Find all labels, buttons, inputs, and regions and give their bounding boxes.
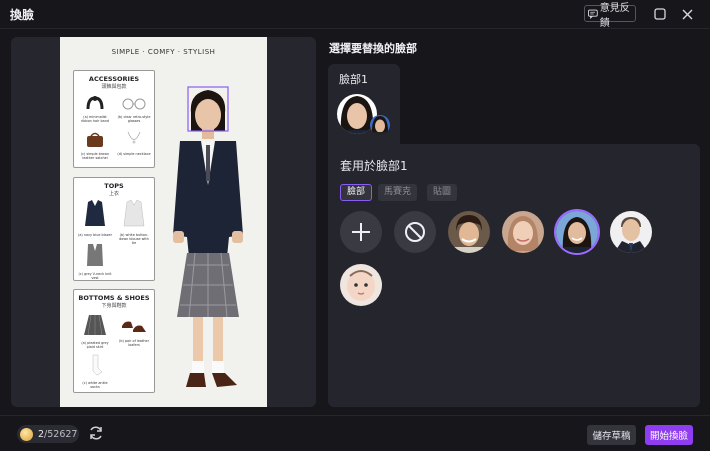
tab-mosaic[interactable]: 馬賽克 xyxy=(378,184,418,201)
item-skirt: (a) pleated grey plaid skirt xyxy=(78,314,112,349)
item-caption: (c) white ankle socks xyxy=(82,381,108,389)
credits-total: /52627 xyxy=(44,428,78,440)
apply-title: 套用於臉部1 xyxy=(340,159,408,173)
item-socks: (c) white ankle socks xyxy=(78,354,112,389)
plus-icon xyxy=(352,223,370,241)
maximize-button[interactable] xyxy=(651,5,669,23)
bottoms-card: BOTTOMS & SHOES 下身與鞋款 (a) pleated grey p… xyxy=(73,289,155,393)
feedback-icon xyxy=(588,9,598,19)
preview-header: SIMPLE · COMFY · STYLISH xyxy=(111,48,216,56)
item-satchel: (c) simple brown leather satchel xyxy=(78,131,112,160)
blouse-image xyxy=(123,199,145,227)
coin-icon xyxy=(20,427,33,441)
item-caption: (a) minimalist ribbon hair band xyxy=(80,115,110,123)
socks-image xyxy=(92,354,103,376)
item-caption: (d) simple necklace xyxy=(117,152,151,156)
item-caption: (a) navy blue blazer xyxy=(78,233,112,237)
credits-text: 2/52627 xyxy=(38,429,77,440)
face-option-woman[interactable] xyxy=(502,211,544,253)
refresh-button[interactable] xyxy=(88,425,104,441)
window-title: 換臉 xyxy=(10,8,35,22)
tab-face[interactable]: 臉部 xyxy=(340,184,373,201)
item-hairband: (a) minimalist ribbon hair band xyxy=(78,95,112,123)
feedback-button[interactable]: 意見反饋 xyxy=(584,3,636,29)
vest-image xyxy=(87,244,103,266)
footer-bar: 2/52627 儲存草稿 開始換臉 xyxy=(0,415,710,451)
card-title: TOPS xyxy=(104,182,124,190)
item-caption: (c) simple brown leather satchel xyxy=(80,152,110,160)
card-subtitle: 下身與鞋款 xyxy=(101,303,127,309)
preview-panel: SIMPLE · COMFY · STYLISH ACCESSORIES 頭飾與… xyxy=(11,37,316,407)
item-blouse: (b) white button-down blouse with tie xyxy=(117,199,151,245)
credits-badge: 2/52627 xyxy=(17,425,79,443)
item-caption: (c) grey V-neck knit vest xyxy=(78,272,112,280)
detected-face-card[interactable]: 臉部1 xyxy=(328,64,400,144)
necklace-image xyxy=(127,131,141,144)
item-glasses: (b) clear retro-style glasses xyxy=(117,95,151,123)
face-option-baby[interactable] xyxy=(340,264,382,306)
select-face-title: 選擇要替換的臉部 xyxy=(329,42,417,55)
item-caption: (b) white button-down blouse with tie xyxy=(119,233,149,245)
skirt-image xyxy=(84,314,106,336)
card-subtitle: 頭飾與包款 xyxy=(101,84,127,90)
item-blazer: (a) navy blue blazer xyxy=(78,200,112,237)
person-figure xyxy=(173,86,243,387)
close-button[interactable] xyxy=(678,5,696,23)
item-necklace: (d) simple necklace xyxy=(117,131,151,156)
item-caption: (b) clear retro-style glasses xyxy=(117,115,151,123)
item-loafers: (b) pair of leather loafers xyxy=(117,316,151,347)
close-icon xyxy=(682,9,692,19)
glasses-image xyxy=(122,98,146,110)
face-option-businessman[interactable] xyxy=(610,211,652,253)
title-bar: 換臉 意見反饋 xyxy=(0,0,710,29)
start-swap-button[interactable]: 開始換臉 xyxy=(645,425,693,445)
face-option-man[interactable] xyxy=(448,211,490,253)
card-subtitle: 上衣 xyxy=(108,191,119,197)
maximize-icon xyxy=(654,8,666,20)
detected-face-thumbnail[interactable] xyxy=(337,92,391,136)
item-caption: (a) pleated grey plaid skirt xyxy=(81,341,109,349)
card-title: ACCESSORIES xyxy=(88,75,140,83)
tab-sticker[interactable]: 貼圖 xyxy=(427,184,458,201)
satchel-image xyxy=(87,132,103,147)
card-title: BOTTOMS & SHOES xyxy=(78,294,150,302)
item-caption: (b) pair of leather loafers xyxy=(119,339,149,347)
hairband-image xyxy=(86,96,104,110)
no-face-button[interactable] xyxy=(394,211,436,253)
add-face-button[interactable] xyxy=(340,211,382,253)
face-label: 臉部1 xyxy=(339,73,368,86)
accessories-card: ACCESSORIES 頭飾與包款 (a) minimalist ribbon … xyxy=(73,70,155,168)
feedback-label: 意見反饋 xyxy=(599,2,630,29)
item-vest: (c) grey V-neck knit vest xyxy=(78,243,112,280)
face-option-selected-woman[interactable] xyxy=(556,211,598,253)
loafers-image xyxy=(122,321,146,332)
preview-image: SIMPLE · COMFY · STYLISH ACCESSORIES 頭飾與… xyxy=(60,37,267,407)
blazer-image xyxy=(85,200,105,226)
tops-card: TOPS 上衣 (a) navy blue blazer (b) white b… xyxy=(73,177,155,281)
save-draft-button[interactable]: 儲存草稿 xyxy=(587,425,636,445)
apply-panel: 套用於臉部1 臉部 馬賽克 貼圖 xyxy=(328,144,700,407)
ban-icon xyxy=(405,222,425,242)
refresh-icon xyxy=(90,426,102,440)
